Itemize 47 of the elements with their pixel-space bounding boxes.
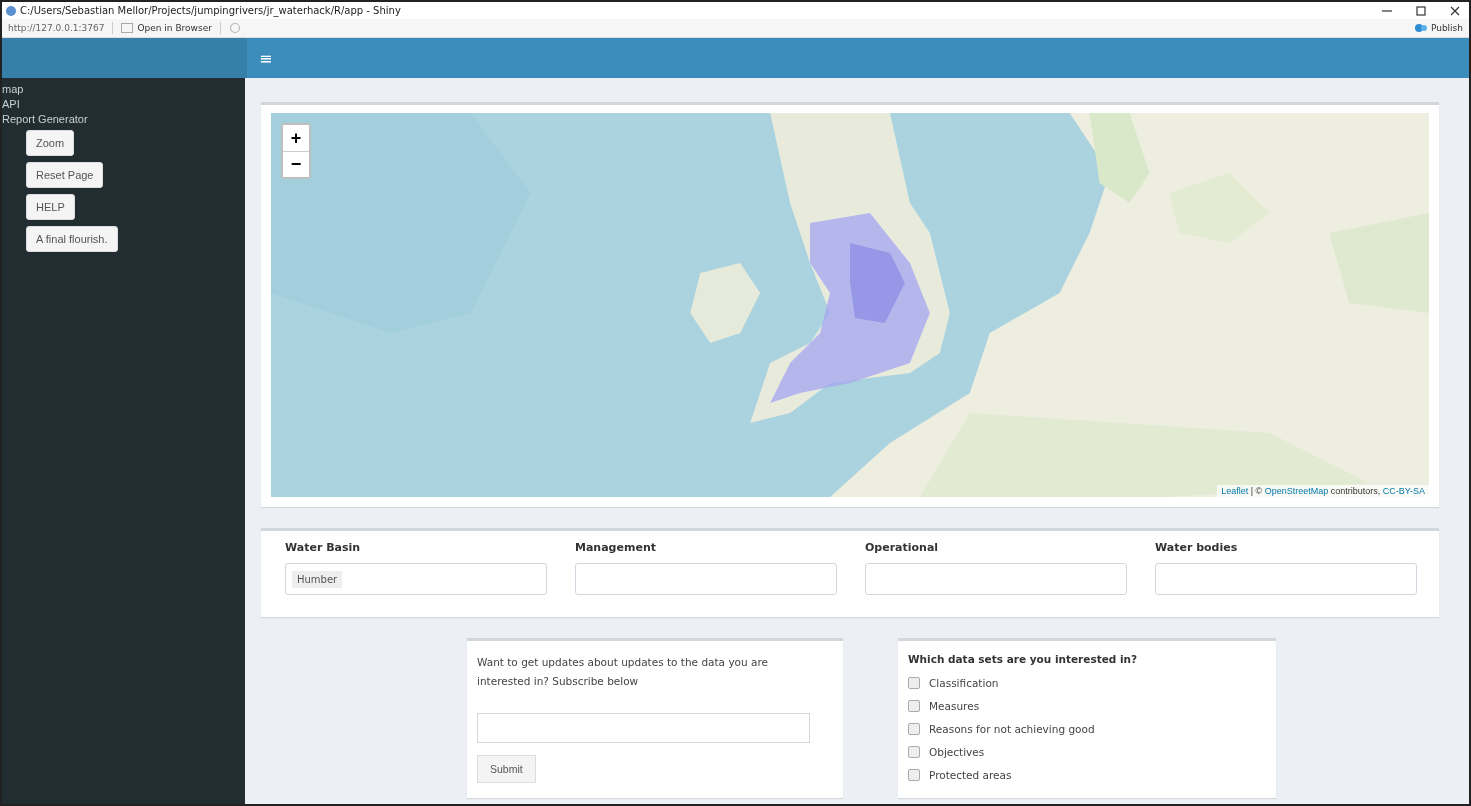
datasets-title: Which data sets are you interested in?: [908, 653, 1139, 665]
checkbox-label: Reasons for not achieving good: [929, 722, 1095, 735]
close-icon[interactable]: [1449, 4, 1461, 17]
browser-icon: [121, 23, 134, 33]
maximize-icon[interactable]: [1415, 4, 1427, 17]
window-title: C:/Users/Sebastian Mellor/Projects/jumpingrivers/jr_waterhack/R/app - Shiny: [20, 5, 401, 16]
filter-label: Management: [575, 541, 657, 554]
checkbox[interactable]: [908, 768, 920, 781]
publish-button[interactable]: Publish: [1413, 23, 1463, 33]
filter-label: Water Basin: [285, 541, 362, 554]
url-text: http://127.0.0.1:3767: [8, 23, 105, 33]
checkbox-label: Measures: [929, 699, 980, 712]
select-field[interactable]: [1155, 563, 1417, 595]
attribution-link[interactable]: CC-BY-SA: [1382, 486, 1425, 496]
sidebar-link[interactable]: Report Generator: [2, 112, 88, 127]
filter-label: Water bodies: [1155, 541, 1239, 554]
checkbox[interactable]: [908, 676, 920, 689]
subscribe-text: Want to get updates about updates to the data you are interested in? Subscribe below: [477, 655, 769, 689]
attribution-text: contributors,: [1329, 486, 1382, 496]
sidebar-link[interactable]: API: [2, 97, 20, 112]
menu-icon[interactable]: ≡: [259, 48, 273, 68]
refresh-icon[interactable]: [228, 22, 241, 34]
select-field[interactable]: [575, 563, 837, 595]
selected-tag[interactable]: Humber: [292, 570, 343, 588]
submit-button[interactable]: Submit: [477, 755, 536, 783]
sidebar-link[interactable]: map: [2, 82, 24, 97]
publish-icon: [1413, 23, 1428, 33]
attribution-text: | ©: [1249, 486, 1264, 496]
open-in-browser-button[interactable]: Open in Browser: [121, 23, 212, 33]
filter-label: Operational: [865, 541, 940, 554]
email-field[interactable]: [477, 713, 810, 743]
checkbox[interactable]: [908, 745, 920, 758]
sidebar-button[interactable]: Reset Page: [26, 162, 104, 188]
attribution-link[interactable]: OpenStreetMap: [1264, 486, 1329, 496]
checkbox[interactable]: [908, 699, 920, 712]
sidebar-button[interactable]: A final flourish.: [26, 226, 118, 252]
app-icon: [6, 5, 16, 16]
select-field[interactable]: Humber: [285, 563, 547, 595]
checkbox-label: Protected areas: [929, 768, 1012, 781]
attribution-link[interactable]: Leaflet: [1221, 486, 1249, 496]
checkbox-label: Classification: [929, 676, 999, 689]
zoom-out-button[interactable]: −: [283, 151, 309, 177]
sidebar-button[interactable]: Zoom: [26, 130, 75, 156]
sidebar-button[interactable]: HELP: [26, 194, 75, 220]
checkbox[interactable]: [908, 722, 920, 735]
select-field[interactable]: [865, 563, 1127, 595]
checkbox-label: Objectives: [929, 745, 985, 758]
